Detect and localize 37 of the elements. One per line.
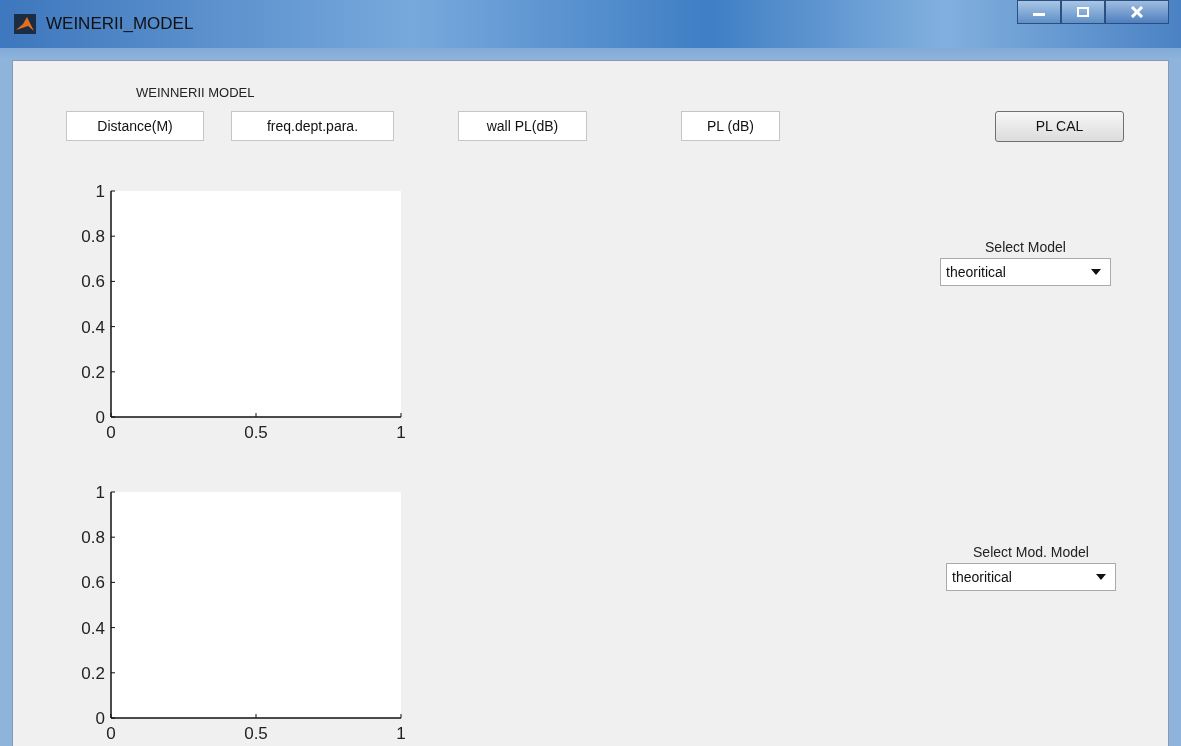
y-tick-label: 0.8: [81, 227, 105, 247]
caret-icon: [1091, 269, 1101, 275]
y-tick-label: 0.4: [81, 618, 105, 638]
calc-button[interactable]: PL CAL: [995, 110, 1124, 142]
maximize-icon: [1076, 7, 1090, 17]
y-tick-label: 0.6: [81, 573, 105, 593]
caret-icon: [1096, 574, 1106, 580]
y-tick-label: 0: [95, 408, 105, 427]
y-tick-label: 0.4: [81, 317, 105, 337]
x-tick-label: 0.5: [244, 423, 268, 442]
text-field[interactable]: PL (dB): [681, 111, 780, 141]
text-field[interactable]: freq.dept.para.: [231, 111, 394, 141]
heading-label: WEINNERII MODEL: [136, 85, 256, 102]
x-tick-label: 1: [396, 423, 406, 442]
dropdown-label: Select Model: [985, 239, 1066, 255]
x-tick-label: 0: [106, 423, 116, 442]
y-tick-label: 0.2: [81, 663, 105, 683]
minimize-button[interactable]: [1017, 0, 1061, 24]
dropdown-label: Select Mod. Model: [973, 544, 1089, 560]
y-tick-label: 1: [95, 182, 105, 201]
text-field[interactable]: Distance(M): [66, 111, 204, 141]
window-title: WEINERII_MODEL: [46, 14, 194, 34]
y-tick-label: 0.6: [81, 272, 105, 292]
y-tick-label: 0: [95, 709, 105, 728]
app-icon: [14, 14, 36, 34]
model-dropdown[interactable]: theoritical: [946, 563, 1116, 591]
text-field[interactable]: wall PL(dB): [458, 111, 587, 141]
y-tick-label: 0.8: [81, 528, 105, 548]
close-button[interactable]: [1105, 0, 1169, 24]
x-tick-label: 0.5: [244, 724, 268, 743]
x-tick-label: 0: [106, 724, 116, 743]
maximize-button[interactable]: [1061, 0, 1105, 24]
y-tick-label: 1: [95, 483, 105, 502]
model-dropdown[interactable]: theoritical: [940, 258, 1111, 286]
close-icon: [1129, 6, 1145, 18]
y-tick-label: 0.2: [81, 362, 105, 382]
x-tick-label: 1: [396, 724, 406, 743]
